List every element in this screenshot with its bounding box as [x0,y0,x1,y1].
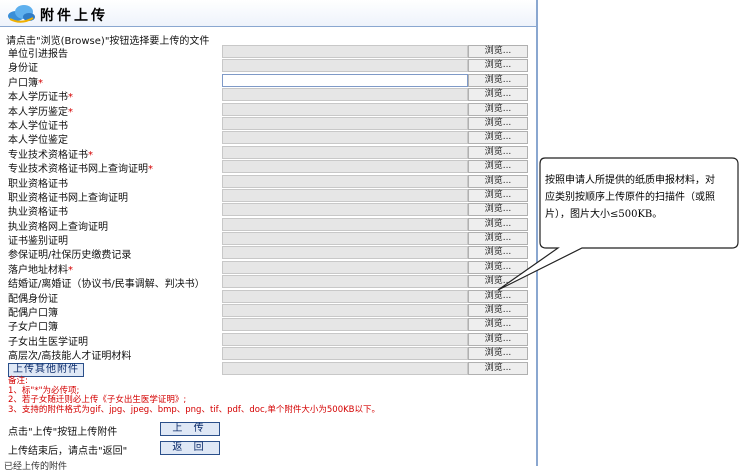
attachment-row: 户口簿* 浏览... [0,73,536,89]
upload-instruction: 点击"上传"按钮上传附件 [8,427,118,438]
attachment-row: 落户地址材料* 浏览... [0,260,536,276]
attachment-row: 身份证 浏览... [0,58,536,74]
page-title: 附件上传 [40,8,108,24]
attachment-row: 执业资格网上查询证明 浏览... [0,217,536,233]
attachment-row: 职业资格证书 浏览... [0,174,536,190]
attachment-row: 配偶身份证 浏览... [0,289,536,305]
attachment-row: 职业资格证书网上查询证明 浏览... [0,188,536,204]
browse-button[interactable]: 浏览... [468,304,528,318]
upload-button[interactable]: 上 传 [160,422,220,436]
browse-button[interactable]: 浏览... [468,116,528,130]
attachment-row: 本人学位证书 浏览... [0,116,536,132]
browse-button[interactable]: 浏览... [468,347,528,361]
attachment-row: 本人学历鉴定* 浏览... [0,102,536,118]
file-path-input[interactable] [222,217,468,231]
file-path-input[interactable] [222,289,468,303]
file-path-input[interactable] [222,88,468,102]
file-path-input[interactable] [222,232,468,246]
cloud-upload-icon [8,5,35,23]
browse-button[interactable]: 浏览... [468,45,528,58]
panel-header: 附件上传 [0,0,536,27]
return-button[interactable]: 返 回 [160,441,220,455]
browse-button[interactable]: 浏览... [468,318,528,332]
file-path-input[interactable] [222,361,468,375]
attachment-row: 本人学位鉴定 浏览... [0,130,536,146]
attachment-row: 单位引进报告 浏览... [0,44,536,60]
browse-button[interactable]: 浏览... [468,361,528,375]
file-path-input[interactable] [222,318,468,332]
attachment-row: 子女出生医学证明 浏览... [0,332,536,348]
note-item: 3、支持的附件格式为gif、jpg、jpeg、bmp、png、tif、pdf、d… [8,404,381,415]
file-path-input[interactable] [222,188,468,202]
attachment-row: 证书鉴别证明 浏览... [0,231,536,247]
file-path-input[interactable] [222,275,468,289]
return-instruction: 上传结束后，请点击"返回" [8,446,128,457]
file-path-input[interactable] [222,131,468,145]
browse-button[interactable]: 浏览... [468,332,528,346]
callout-text: 按照申请人所提供的纸质申报材料，对应类别按顺序上传原件的扫描件（或照片），图片大… [545,175,715,220]
file-path-input[interactable] [222,102,468,116]
file-path-input[interactable] [222,203,468,217]
file-path-input[interactable] [222,246,468,260]
file-path-input[interactable] [222,45,468,58]
attachment-row: 专业技术资格证书网上查询证明* 浏览... [0,159,536,175]
attachment-row: 配偶户口簿 浏览... [0,303,536,319]
attachment-row: 子女户口簿 浏览... [0,317,536,333]
return-action: 上传结束后，请点击"返回" 返 回 [8,441,220,457]
upload-action: 点击"上传"按钮上传附件 上 传 [8,422,220,438]
attachment-row: 结婚证/离婚证（协议书/民事调解、判决书） 浏览... [0,274,536,290]
file-path-input[interactable] [222,145,468,159]
attachment-row: 高层次/高技能人才证明材料 浏览... [0,346,536,362]
browse-button[interactable]: 浏览... [468,102,528,116]
browse-button[interactable]: 浏览... [468,131,528,145]
file-path-input[interactable] [222,116,468,130]
file-path-input[interactable] [222,304,468,318]
browse-button[interactable]: 浏览... [468,59,528,73]
upload-panel: 附件上传 请点击"浏览(Browse)"按钮选择要上传的文件 单位引进报告 浏览.… [0,0,538,472]
upload-other-button[interactable]: 上传其他附件 [8,363,84,377]
attachment-list: 单位引进报告 浏览... 身份证 浏览... 户口簿* 浏览... 本人学历证书* 浏览...… [0,44,536,377]
file-path-input[interactable] [222,347,468,361]
browse-button[interactable]: 浏览... [468,88,528,102]
browse-button[interactable]: 浏览... [468,73,528,87]
attachment-row: 执业资格证书 浏览... [0,202,536,218]
file-path-input[interactable] [222,174,468,188]
attachment-row: 参保证明/社保历史缴费记录 浏览... [0,245,536,261]
attachment-row: 专业技术资格证书* 浏览... [0,145,536,161]
file-path-input[interactable] [222,59,468,73]
notes: 备注: 1、标"*"为必传项; 2、若子女随迁则必上传《子女出生医学证明》; 3… [8,376,381,415]
attachment-row: 本人学历证书* 浏览... [0,87,536,103]
file-path-input[interactable] [222,260,468,274]
file-path-input[interactable] [222,332,468,346]
file-path-input[interactable] [222,160,468,174]
file-path-input[interactable] [222,73,468,87]
